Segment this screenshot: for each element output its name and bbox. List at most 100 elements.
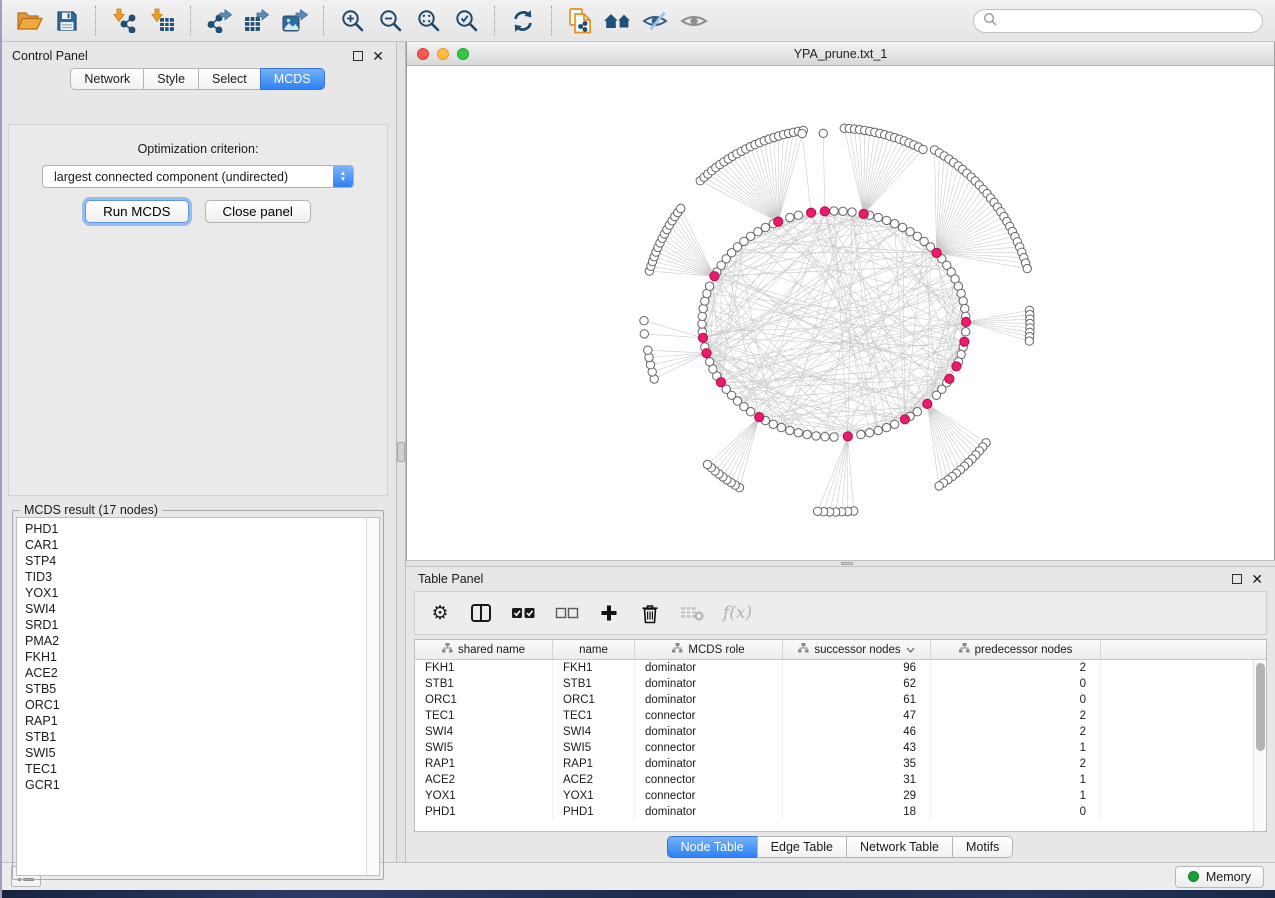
column-header-shared[interactable]: shared name <box>415 640 553 659</box>
mcds-result-item[interactable]: SRD1 <box>25 617 358 633</box>
mcds-result-item[interactable]: RAP1 <box>25 713 358 729</box>
table-tab-motifs[interactable]: Motifs <box>952 836 1013 858</box>
vertical-splitter[interactable] <box>397 42 406 862</box>
cell-shared: ACE2 <box>415 772 553 788</box>
table-row[interactable]: ORC1ORC1dominator610 <box>415 692 1266 708</box>
table-row[interactable]: ACE2ACE2connector311 <box>415 772 1266 788</box>
close-window-icon[interactable] <box>417 48 429 60</box>
mcds-result-item[interactable]: YOX1 <box>25 585 358 601</box>
network-canvas[interactable] <box>407 66 1274 560</box>
cell-name: PHD1 <box>553 804 635 820</box>
tab-network[interactable]: Network <box>70 68 144 90</box>
cell-pred: 0 <box>931 692 1101 708</box>
mcds-result-scrollbar[interactable] <box>366 518 379 875</box>
mcds-result-item[interactable]: PHD1 <box>25 521 358 537</box>
toggle-columns-button[interactable] <box>470 603 492 623</box>
table-tab-node-table[interactable]: Node Table <box>667 836 758 858</box>
table-row[interactable]: PHD1PHD1dominator180 <box>415 804 1266 820</box>
cell-name: RAP1 <box>553 756 635 772</box>
mcds-result-item[interactable]: PMA2 <box>25 633 358 649</box>
maximize-window-icon[interactable] <box>457 48 469 60</box>
network-titlebar[interactable]: YPA_prune.txt_1 <box>407 42 1274 66</box>
mcds-result-item[interactable]: SWI4 <box>25 601 358 617</box>
refresh-layout-button[interactable] <box>504 5 542 37</box>
tab-mcds[interactable]: MCDS <box>260 68 325 90</box>
column-header-succ[interactable]: successor nodes <box>783 640 931 659</box>
close-panel-action-button[interactable]: Close panel <box>205 200 311 223</box>
mcds-result-item[interactable]: STB5 <box>25 681 358 697</box>
mcds-result-item[interactable]: ORC1 <box>25 697 358 713</box>
zoom-in-button[interactable] <box>333 5 371 37</box>
table-row[interactable]: FKH1FKH1dominator962 <box>415 660 1266 676</box>
cell-name: FKH1 <box>553 660 635 676</box>
criterion-dropdown[interactable]: largest connected component (undirected)… <box>42 165 354 188</box>
delete-column-button[interactable] <box>639 603 661 624</box>
mcds-result-list[interactable]: PHD1CAR1STP4TID3YOX1SWI4SRD1PMA2FKH1ACE2… <box>17 518 366 875</box>
duplicate-network-button[interactable] <box>561 5 599 37</box>
mcds-result-item[interactable]: ACE2 <box>25 665 358 681</box>
mcds-result-item[interactable]: TEC1 <box>25 761 358 777</box>
column-header-pred[interactable]: predecessor nodes <box>931 640 1101 659</box>
mcds-result-item[interactable]: GCR1 <box>25 777 358 793</box>
memory-status-icon <box>1188 871 1199 882</box>
vertical-splitter-grip[interactable] <box>397 442 405 462</box>
mcds-result-item[interactable]: TID3 <box>25 569 358 585</box>
tab-style[interactable]: Style <box>143 68 199 90</box>
search-box[interactable] <box>973 9 1263 33</box>
table-row[interactable]: TEC1TEC1connector472 <box>415 708 1266 724</box>
cell-pred: 2 <box>931 708 1101 724</box>
export-network-button[interactable] <box>200 5 238 37</box>
table-row[interactable]: STB1STB1dominator620 <box>415 676 1266 692</box>
close-panel-button[interactable]: ✕ <box>372 50 384 62</box>
column-header-role[interactable]: MCDS role <box>635 640 783 659</box>
desktop-background <box>0 890 1275 898</box>
cell-shared: ORC1 <box>415 692 553 708</box>
zoom-fit-button[interactable] <box>409 5 447 37</box>
close-table-panel-button[interactable]: ✕ <box>1251 573 1263 585</box>
control-panel-title: Control Panel <box>12 49 88 63</box>
horizontal-splitter-grip[interactable] <box>841 562 853 565</box>
deselect-all-rows-button[interactable] <box>555 606 579 620</box>
zoom-out-button[interactable] <box>371 5 409 37</box>
save-session-button[interactable] <box>48 5 86 37</box>
table-row[interactable]: SWI5SWI5connector431 <box>415 740 1266 756</box>
search-input[interactable] <box>1003 13 1253 29</box>
hide-selected-button[interactable] <box>637 5 675 37</box>
export-table-button[interactable] <box>238 5 276 37</box>
memory-button[interactable]: Memory <box>1175 866 1264 888</box>
run-mcds-button[interactable]: Run MCDS <box>85 200 188 223</box>
mcds-result-title: MCDS result (17 nodes) <box>20 503 162 517</box>
cell-shared: YOX1 <box>415 788 553 804</box>
table-tab-network-table[interactable]: Network Table <box>846 836 953 858</box>
first-neighbors-button[interactable] <box>599 5 637 37</box>
zoom-selected-button[interactable] <box>447 5 485 37</box>
mcds-result-item[interactable]: STB1 <box>25 729 358 745</box>
network-graph[interactable] <box>407 66 1274 559</box>
select-all-rows-button[interactable] <box>511 606 536 620</box>
float-table-panel-button[interactable] <box>1232 574 1242 584</box>
mcds-result-item[interactable]: SWI5 <box>25 745 358 761</box>
cell-role: connector <box>635 788 783 804</box>
mcds-result-item[interactable]: STP4 <box>25 553 358 569</box>
create-column-button[interactable] <box>598 604 620 622</box>
table-scrollbar-thumb[interactable] <box>1256 663 1265 751</box>
table-row[interactable]: RAP1RAP1dominator352 <box>415 756 1266 772</box>
cell-role: dominator <box>635 756 783 772</box>
table-tab-edge-table[interactable]: Edge Table <box>757 836 847 858</box>
horizontal-splitter[interactable] <box>406 560 1275 567</box>
mcds-result-item[interactable]: FKH1 <box>25 649 358 665</box>
column-header-name[interactable]: name <box>553 640 635 659</box>
show-all-button[interactable] <box>675 5 713 37</box>
import-network-button[interactable] <box>105 5 143 37</box>
table-settings-button[interactable]: ⚙ <box>429 604 451 623</box>
tab-select[interactable]: Select <box>198 68 261 90</box>
open-file-button[interactable] <box>10 5 48 37</box>
export-image-button[interactable] <box>276 5 314 37</box>
import-table-button[interactable] <box>143 5 181 37</box>
table-row[interactable]: YOX1YOX1connector291 <box>415 788 1266 804</box>
table-row[interactable]: SWI4SWI4dominator462 <box>415 724 1266 740</box>
minimize-window-icon[interactable] <box>437 48 449 60</box>
table-scrollbar[interactable] <box>1253 660 1266 831</box>
mcds-result-item[interactable]: CAR1 <box>25 537 358 553</box>
float-panel-button[interactable] <box>353 51 363 61</box>
